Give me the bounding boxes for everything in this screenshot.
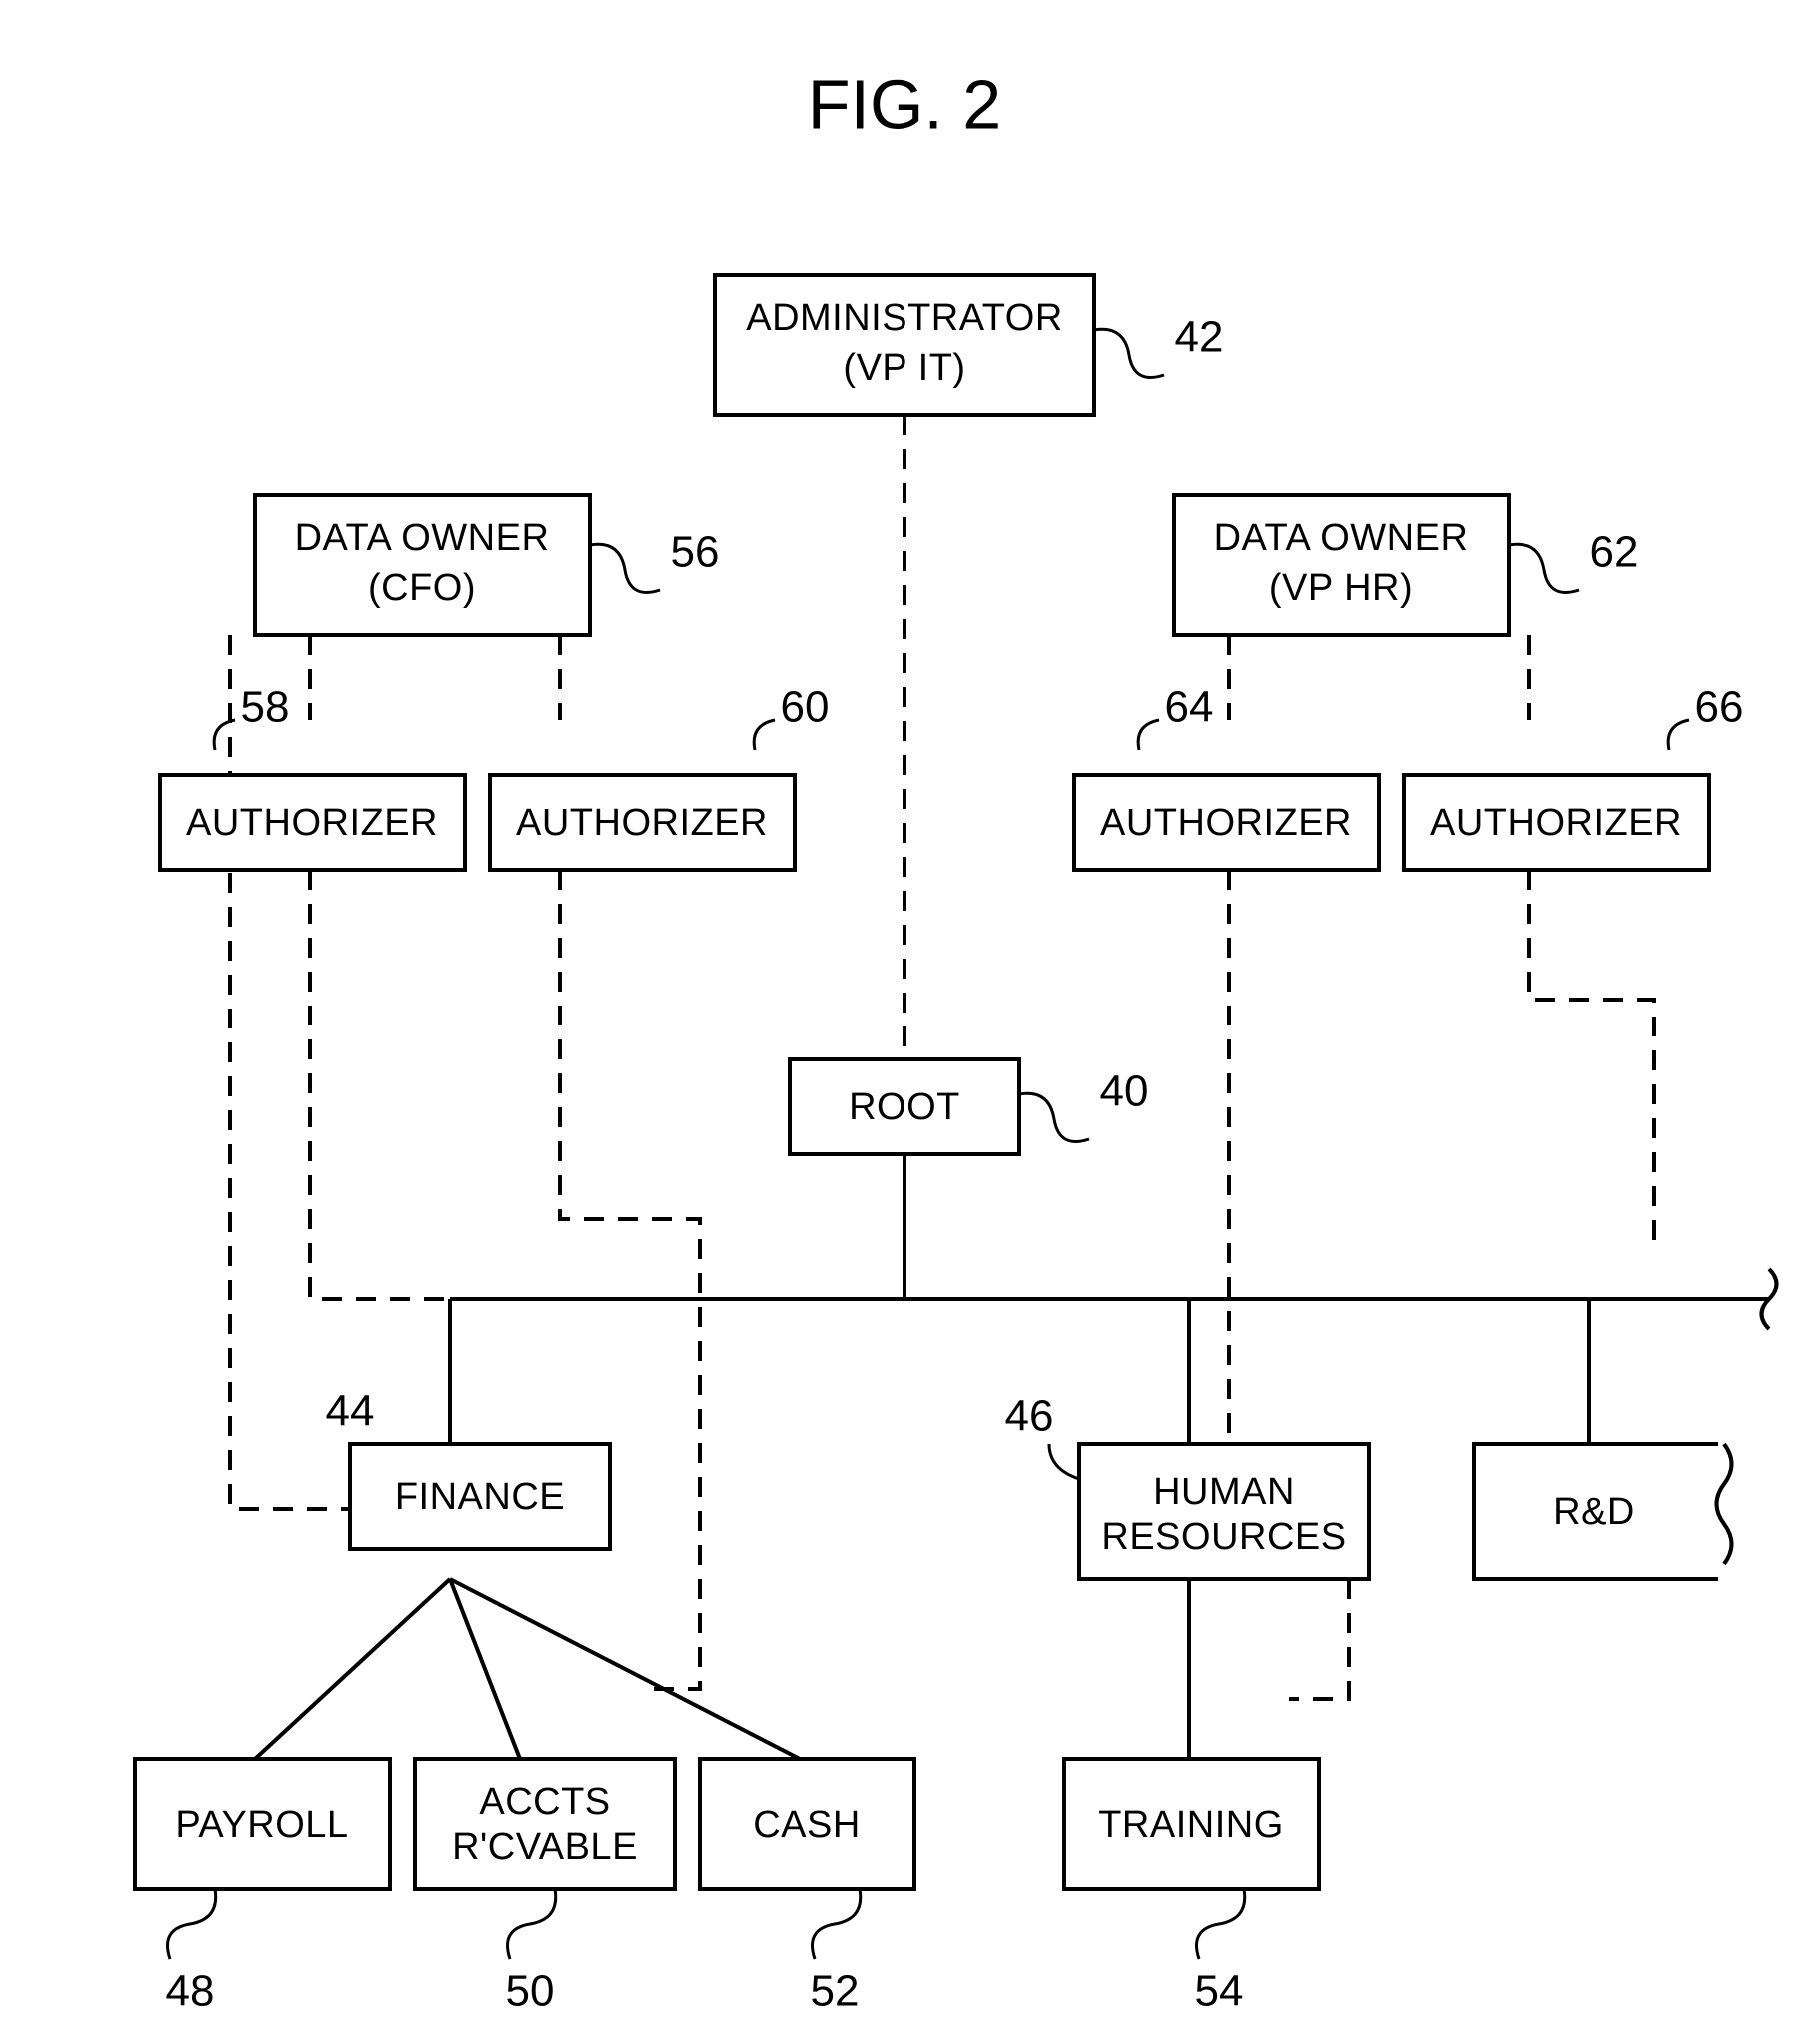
human-resources-node: HUMAN RESOURCES <box>1079 1444 1369 1579</box>
ref-48-lead <box>168 1889 216 1959</box>
hrowner-label-2: (VP HR) <box>1269 567 1413 609</box>
ref-64: 64 <box>1165 683 1214 732</box>
administrator-label-2: (VP IT) <box>843 347 965 389</box>
auth60-label: AUTHORIZER <box>516 802 768 844</box>
root-node: ROOT <box>790 1059 1019 1154</box>
payroll-node: PAYROLL <box>135 1759 390 1889</box>
cfo-to-finance-link <box>230 635 350 1509</box>
cash-label: CASH <box>753 1804 861 1846</box>
ref-60-lead <box>754 720 775 750</box>
auth58-label: AUTHORIZER <box>186 802 438 844</box>
hr-label-1: HUMAN <box>1153 1471 1295 1513</box>
ref-46-lead <box>1049 1444 1079 1479</box>
ref-40: 40 <box>1100 1067 1149 1116</box>
training-node: TRAINING <box>1064 1759 1319 1889</box>
auth58-to-finance-link <box>310 870 450 1444</box>
ref-42: 42 <box>1175 313 1224 362</box>
ref-64-lead <box>1138 720 1159 750</box>
authorizer-64-node: AUTHORIZER <box>1074 775 1379 870</box>
hr-label-2: RESOURCES <box>1101 1516 1346 1558</box>
authorizer-58-node: AUTHORIZER <box>160 775 465 870</box>
root-label: ROOT <box>849 1086 960 1128</box>
ref-66: 66 <box>1695 683 1744 732</box>
training-label: TRAINING <box>1098 1804 1284 1846</box>
ref-58: 58 <box>241 683 290 732</box>
auth64-label: AUTHORIZER <box>1100 802 1352 844</box>
ref-48: 48 <box>166 1967 215 2016</box>
authorizer-60-node: AUTHORIZER <box>490 775 795 870</box>
data-owner-cfo-node: DATA OWNER (CFO) <box>255 495 590 635</box>
auth66-drop-link <box>1529 870 1654 1249</box>
ref-40-lead <box>1019 1093 1089 1141</box>
ref-50-lead <box>508 1889 556 1959</box>
accts-node: ACCTS R'CVABLE <box>415 1759 675 1889</box>
cash-node: CASH <box>700 1759 914 1889</box>
finance-to-payroll <box>255 1579 450 1759</box>
ref-54: 54 <box>1195 1967 1244 2016</box>
rnd-label: R&D <box>1553 1491 1635 1533</box>
hrowner-label-1: DATA OWNER <box>1214 517 1469 559</box>
ref-66-lead <box>1668 720 1689 750</box>
data-owner-hr-node: DATA OWNER (VP HR) <box>1174 495 1509 635</box>
finance-to-cash <box>450 1579 800 1759</box>
rnd-node: R&D <box>1474 1440 1732 1583</box>
ref-52: 52 <box>811 1967 860 2016</box>
auth66-to-training-link <box>1289 1579 1349 1699</box>
figure-2-diagram: FIG. 2 ADMINISTRATOR <box>0 0 1809 2044</box>
ref-56: 56 <box>671 528 720 577</box>
finance-node: FINANCE <box>350 1444 610 1549</box>
cfo-label-1: DATA OWNER <box>295 517 550 559</box>
payroll-label: PAYROLL <box>175 1804 348 1846</box>
accts-label-2: R'CVABLE <box>452 1826 638 1868</box>
authorizer-66-node: AUTHORIZER <box>1404 775 1709 870</box>
ref-42-lead <box>1094 329 1164 377</box>
accts-label-1: ACCTS <box>479 1781 610 1823</box>
administrator-node: ADMINISTRATOR (VP IT) <box>715 275 1094 415</box>
finance-to-accts <box>450 1579 520 1759</box>
cfo-label-2: (CFO) <box>368 567 476 609</box>
finance-label: FINANCE <box>395 1476 565 1518</box>
ref-46: 46 <box>1005 1392 1054 1441</box>
ref-52-lead <box>813 1889 861 1959</box>
ref-60: 60 <box>781 683 830 732</box>
ref-50: 50 <box>506 1967 555 2016</box>
auth66-label: AUTHORIZER <box>1430 802 1682 844</box>
ref-54-lead <box>1197 1889 1245 1959</box>
ref-62-lead <box>1509 544 1579 592</box>
administrator-label-1: ADMINISTRATOR <box>746 297 1063 339</box>
ref-56-lead <box>590 544 660 592</box>
ref-44: 44 <box>326 1387 375 1436</box>
figure-title: FIG. 2 <box>808 65 1001 143</box>
auth60-down-link <box>560 870 700 1689</box>
ref-62: 62 <box>1590 528 1639 577</box>
